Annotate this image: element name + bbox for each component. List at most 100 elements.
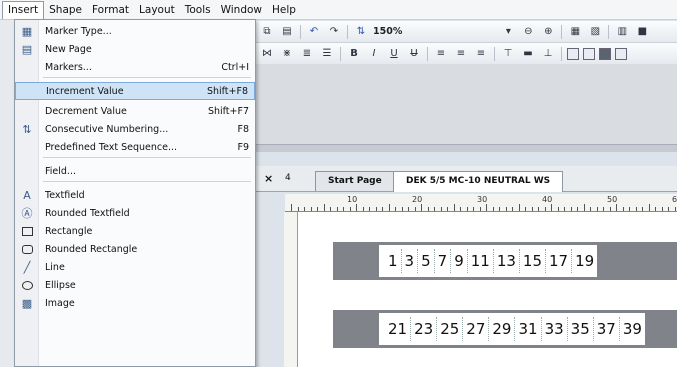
ruler-tick (466, 207, 468, 211)
tab-document[interactable]: DEK 5/5 MC-10 NEUTRAL WS (393, 171, 564, 192)
toolbar-separator (494, 46, 495, 61)
zoom-in-icon[interactable]: ⊕ (540, 24, 556, 40)
valign-bottom-icon[interactable]: ⊥ (540, 46, 556, 62)
zoom-out-icon[interactable]: ⊖ (520, 24, 536, 40)
ruler-tick (603, 207, 604, 211)
menu-item-consecutive-numbering[interactable]: ⇅ Consecutive Numbering... F8 (15, 120, 255, 138)
label-canvas[interactable]: 1 3 5 7 9 11 13 15 17 19 21 23 25 27 29 31 33 35 37 39 (298, 212, 677, 367)
frame-icon[interactable] (567, 47, 579, 60)
menu-window[interactable]: Window (216, 1, 267, 19)
label-strip[interactable]: 1 3 5 7 9 11 13 15 17 19 (333, 242, 677, 280)
tab-start-page[interactable]: Start Page (315, 171, 395, 191)
label-number[interactable]: 11 (468, 249, 494, 273)
label-number[interactable]: 35 (568, 317, 594, 341)
label-number[interactable]: 7 (435, 249, 452, 273)
menu-layout[interactable]: Layout (134, 1, 180, 19)
redo-icon[interactable]: ↷ (326, 24, 342, 40)
ruler-tick (382, 207, 383, 211)
menu-tools[interactable]: Tools (180, 1, 216, 19)
grid-icon[interactable]: ▥ (614, 24, 630, 40)
toolbar-separator (561, 24, 563, 39)
menu-item-decrement-value[interactable]: Decrement Value Shift+F7 (15, 102, 255, 120)
bold-icon[interactable]: B (346, 46, 362, 62)
menu-insert[interactable]: Insert (2, 0, 45, 19)
zoom-level[interactable]: 150% (373, 26, 402, 37)
label-number[interactable]: 37 (594, 317, 620, 341)
align-table-icon[interactable]: ☰ (319, 46, 335, 62)
menu-item-rounded-rectangle[interactable]: Rounded Rectangle (15, 240, 255, 258)
menu-item-textfield[interactable]: A Textfield (15, 186, 255, 204)
menu-format[interactable]: Format (87, 1, 134, 19)
label-number[interactable]: 17 (546, 249, 573, 273)
valign-top-icon[interactable]: ⊤ (500, 46, 516, 62)
label-number[interactable]: 39 (620, 317, 645, 341)
menu-item-markers[interactable]: Markers... Ctrl+I (15, 58, 255, 76)
ruler-tick (557, 207, 559, 211)
frame-2-icon[interactable] (583, 47, 595, 60)
menu-item-label: Marker Type... (45, 25, 112, 37)
distribute-icon[interactable]: ⋈ (259, 46, 275, 62)
frame-3-icon[interactable] (599, 47, 611, 60)
valign-middle-icon[interactable]: ▬ (520, 46, 536, 62)
menu-item-predefined-text-sequence[interactable]: Predefined Text Sequence... F9 (15, 138, 255, 156)
menu-item-field[interactable]: Field... (15, 162, 255, 180)
menu-item-label: Field... (45, 165, 76, 177)
ruler-tick (317, 207, 318, 211)
distribute-vertical-icon[interactable]: ⋇ (279, 46, 295, 62)
ruler-tick (349, 207, 351, 211)
label-number[interactable]: 23 (411, 317, 438, 341)
ruler-tick (661, 207, 663, 211)
align-center-icon[interactable]: ≡ (453, 46, 469, 62)
label-number[interactable]: 9 (451, 249, 468, 273)
label-number[interactable]: 33 (542, 317, 568, 341)
menu-item-line[interactable]: ╱ Line (15, 258, 255, 276)
label-row[interactable]: 1 3 5 7 9 11 13 15 17 19 (379, 245, 598, 277)
align-right-icon[interactable]: ≡ (473, 46, 489, 62)
label-number[interactable]: 1 (385, 249, 402, 273)
label-number[interactable]: 31 (515, 317, 542, 341)
label-number[interactable]: 29 (489, 317, 516, 341)
label-number[interactable]: 3 (402, 249, 419, 273)
copy-icon[interactable]: ⧉ (259, 24, 275, 40)
vertical-ruler (284, 212, 298, 367)
paste-icon[interactable]: ▤ (279, 24, 295, 40)
close-icon[interactable]: × (264, 172, 273, 185)
menu-item-shortcut: Shift+F8 (206, 85, 248, 97)
label-number[interactable]: 21 (385, 317, 412, 341)
strikethrough-icon[interactable]: U (406, 46, 422, 62)
label-number[interactable]: 13 (494, 249, 520, 273)
numbering-icon[interactable]: ⇅ (353, 24, 369, 40)
label-row[interactable]: 21 23 25 27 29 31 33 35 37 39 (379, 313, 645, 345)
view-icon[interactable]: ■ (634, 24, 650, 40)
undo-icon[interactable]: ↶ (306, 24, 322, 40)
menu-shape[interactable]: Shape (44, 1, 87, 19)
frame-4-icon[interactable] (615, 47, 627, 60)
label-number[interactable]: 19 (572, 249, 597, 273)
align-left-icon[interactable]: ≡ (433, 46, 449, 62)
toolbar-area (255, 64, 677, 144)
label-number[interactable]: 5 (418, 249, 435, 273)
ruler-tick (616, 204, 617, 211)
menu-item-ellipse[interactable]: Ellipse (15, 276, 255, 294)
menu-item-rounded-textfield[interactable]: Ⓐ Rounded Textfield (15, 204, 255, 222)
label-number[interactable]: 25 (437, 317, 464, 341)
tab-nav-button[interactable]: 4 (285, 173, 291, 183)
print-preview-icon[interactable]: ▧ (587, 24, 603, 40)
ruler-number: 60 (672, 195, 677, 204)
menu-help[interactable]: Help (267, 1, 301, 19)
print-icon[interactable]: ▦ (567, 24, 583, 40)
menu-item-rectangle[interactable]: Rectangle (15, 222, 255, 240)
underline-icon[interactable]: U (386, 46, 402, 62)
align-grid-icon[interactable]: ≣ (299, 46, 315, 62)
dropdown-arrow-icon[interactable]: ▾ (500, 24, 516, 40)
menu-item-increment-value[interactable]: Increment Value Shift+F8 (15, 82, 255, 100)
ruler-number: 20 (412, 195, 423, 204)
ruler-tick (297, 207, 299, 211)
italic-icon[interactable]: I (366, 46, 382, 62)
menu-item-marker-type[interactable]: ▦ Marker Type... (15, 22, 255, 40)
label-strip[interactable]: 21 23 25 27 29 31 33 35 37 39 (333, 310, 677, 348)
menu-item-image[interactable]: ▩ Image (15, 294, 255, 312)
label-number[interactable]: 27 (463, 317, 490, 341)
menu-item-new-page[interactable]: ▤ New Page (15, 40, 255, 58)
label-number[interactable]: 15 (520, 249, 547, 273)
